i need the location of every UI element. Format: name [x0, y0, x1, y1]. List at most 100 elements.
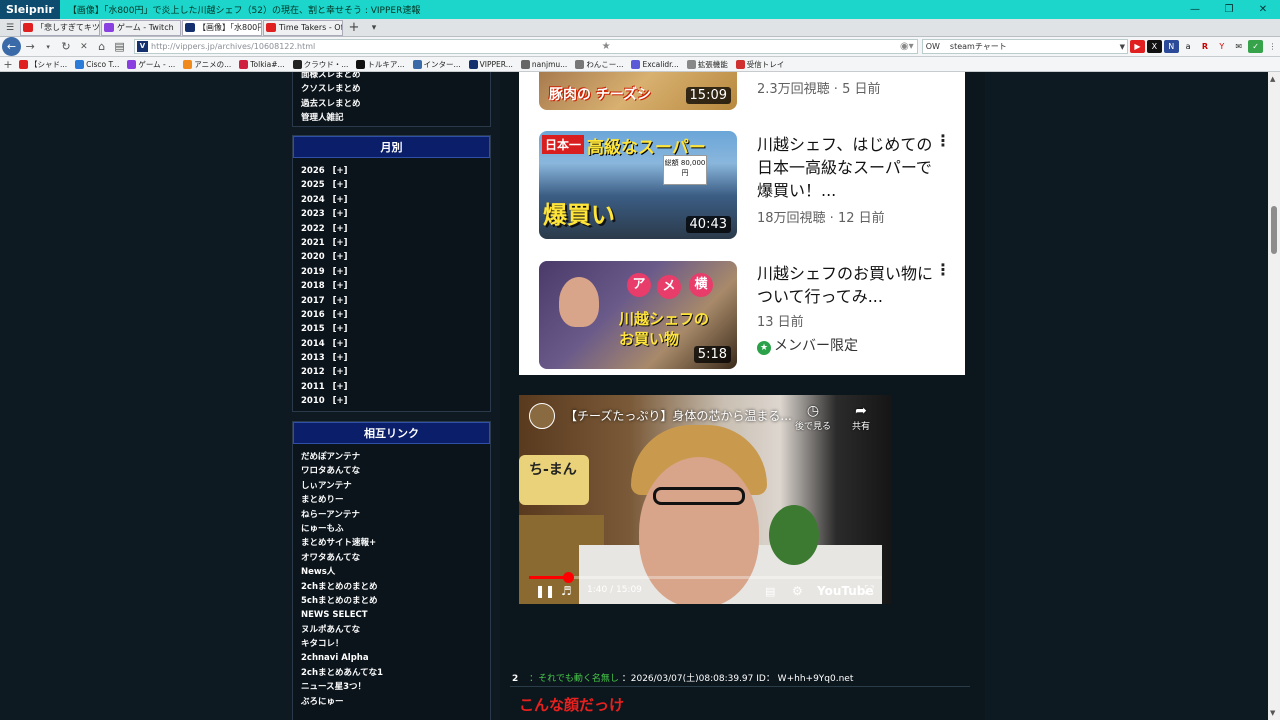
sidebar-link[interactable]: 管理人雑記 [293, 111, 490, 125]
history-dropdown-icon[interactable]: ▾ [40, 38, 57, 55]
mutual-link[interactable]: NEWS SELECT [293, 608, 490, 622]
expand-toggle[interactable]: [+] [333, 308, 348, 322]
video-thumbnail[interactable]: 日本一 高級なスーパー 総額 80,000円 爆買い 40:43 [539, 131, 737, 239]
year-archive-item[interactable]: 2015 [+] [293, 322, 490, 336]
bookmark-item[interactable]: VIPPER... [468, 59, 513, 70]
browser-logo[interactable]: Sleipnir [0, 0, 60, 19]
browser-tab[interactable]: ゲーム - Twitch [101, 19, 181, 36]
year-label[interactable]: 2012 [301, 365, 325, 379]
bookmark-page-icon[interactable]: ▤ [111, 38, 128, 55]
expand-toggle[interactable]: [+] [333, 380, 348, 394]
year-label[interactable]: 2026 [301, 164, 325, 178]
mutual-link[interactable]: ワロタあんてな [293, 464, 490, 478]
year-archive-item[interactable]: 2025 [+] [293, 178, 490, 192]
x-tool-icon[interactable]: X [1146, 40, 1162, 53]
bookmark-item[interactable]: 【シャド... [19, 59, 67, 70]
search-engine-label[interactable]: OW [926, 42, 940, 51]
settings-gear-icon[interactable]: ⚙ [792, 584, 803, 598]
mutual-link[interactable]: ヌルポあんてな [293, 623, 490, 637]
more-tools-icon[interactable]: ⋮ [1265, 40, 1280, 53]
reload-icon[interactable]: ↻ [58, 38, 75, 55]
year-archive-item[interactable]: 2023 [+] [293, 207, 490, 221]
bookmark-item[interactable]: ゲーム - ... [127, 59, 175, 70]
home-icon[interactable]: ⌂ [93, 38, 110, 55]
youtube-embed-player[interactable]: ち-まん 【チーズたっぷり】身体の芯から温まる... ◷ 後で見る ➦ 共有 ❚❚ … [519, 395, 892, 604]
tab-list-icon[interactable]: ▾ [364, 23, 384, 33]
sidebar-link[interactable]: クソスレまとめ [293, 82, 490, 96]
expand-toggle[interactable]: [+] [333, 279, 348, 293]
forward-icon[interactable]: → [22, 38, 39, 55]
share-button[interactable]: ➦ 共有 [852, 403, 870, 432]
news-tool-icon[interactable]: N [1163, 40, 1179, 53]
year-label[interactable]: 2018 [301, 279, 325, 293]
year-archive-item[interactable]: 2010 [+] [293, 394, 490, 408]
mail-tool-icon[interactable]: ✉ [1231, 40, 1246, 53]
post-name[interactable]: ：それでも動く名無し [529, 674, 619, 684]
expand-toggle[interactable]: [+] [333, 250, 348, 264]
bookmark-item[interactable]: Tolkia#... [239, 59, 285, 70]
bookmark-item[interactable]: Cisco T... [75, 59, 119, 70]
expand-toggle[interactable]: [+] [333, 265, 348, 279]
add-bookmark-icon[interactable]: + [1, 56, 15, 73]
captions-icon[interactable]: ▤ [765, 585, 775, 598]
expand-toggle[interactable]: [+] [333, 236, 348, 250]
watch-later-button[interactable]: ◷ 後で見る [795, 403, 831, 432]
year-archive-item[interactable]: 2013 [+] [293, 351, 490, 365]
expand-toggle[interactable]: [+] [333, 178, 348, 192]
year-archive-item[interactable]: 2026 [+] [293, 164, 490, 178]
expand-toggle[interactable]: [+] [333, 394, 348, 408]
url-text[interactable]: http://vippers.jp/archives/10608122.html [151, 42, 315, 51]
year-archive-item[interactable]: 2011 [+] [293, 380, 490, 394]
bookmark-item[interactable]: 受信トレイ [735, 59, 784, 70]
year-archive-item[interactable]: 2021 [+] [293, 236, 490, 250]
back-icon[interactable]: ← [2, 37, 21, 56]
tab-menu-icon[interactable]: ☰ [0, 23, 20, 33]
bookmark-item[interactable]: わんこー... [575, 59, 623, 70]
year-archive-item[interactable]: 2022 [+] [293, 222, 490, 236]
search-box[interactable]: OW steamチャート ▼ [921, 39, 1129, 54]
mutual-link[interactable]: にゅーもふ [293, 522, 490, 536]
expand-toggle[interactable]: [+] [333, 351, 348, 365]
expand-toggle[interactable]: [+] [333, 193, 348, 207]
expand-toggle[interactable]: [+] [333, 207, 348, 221]
scroll-up-icon[interactable]: ▲ [1270, 75, 1275, 83]
mutual-link[interactable]: キタコレ！ [293, 637, 490, 651]
youtube-tool-icon[interactable]: ▶ [1130, 40, 1145, 53]
year-archive-item[interactable]: 2020 [+] [293, 250, 490, 264]
new-tab-icon[interactable]: + [344, 20, 364, 35]
video-title[interactable]: 川越シェフ、はじめての日本一高級なスーパーで爆買い！... [757, 133, 942, 202]
mutual-link[interactable]: だめぽアンテナ [293, 450, 490, 464]
year-label[interactable]: 2019 [301, 265, 325, 279]
mutual-link[interactable]: 2chまとめあんてな1 [293, 666, 490, 680]
page-scrollbar[interactable]: ▲ ▼ [1268, 72, 1280, 720]
volume-icon[interactable]: ♬ [561, 584, 572, 598]
bookmark-item[interactable]: 拡張機能 [686, 59, 728, 70]
bookmark-item[interactable]: nanjmu... [520, 59, 567, 70]
scroll-down-icon[interactable]: ▼ [1270, 709, 1275, 717]
page-menu-icon[interactable]: ◉▾ [900, 41, 917, 52]
mutual-link[interactable]: 2chまとめのまとめ [293, 580, 490, 594]
video-thumbnail[interactable]: ア メ 横 川越シェフの お買い物 5:18 [539, 261, 737, 369]
expand-toggle[interactable]: [+] [333, 337, 348, 351]
stop-icon[interactable]: ✕ [75, 38, 92, 55]
embed-title[interactable]: 【チーズたっぷり】身体の芯から温まる... [565, 407, 792, 424]
browser-tab[interactable]: 【画像】「水800円... [182, 19, 262, 36]
video-title[interactable]: 川越シェフのお買い物について行ってみ... [757, 262, 942, 308]
address-bar[interactable]: V http://vippers.jp/archives/10608122.ht… [134, 39, 918, 54]
search-input[interactable]: steamチャート [950, 41, 1007, 52]
mutual-link[interactable]: ニュース星3つ！ [293, 680, 490, 694]
scrollbar-thumb[interactable] [1271, 206, 1277, 254]
year-archive-item[interactable]: 2012 [+] [293, 365, 490, 379]
mutual-link[interactable]: 2chnavi Alpha [293, 651, 490, 665]
browser-tab[interactable]: 「悲しすぎてキツい... [20, 19, 100, 36]
year-label[interactable]: 2020 [301, 250, 325, 264]
sidebar-link[interactable]: 過去スレまとめ [293, 97, 490, 111]
channel-avatar[interactable] [529, 403, 555, 429]
restore-icon[interactable]: ❐ [1212, 4, 1246, 15]
year-archive-item[interactable]: 2024 [+] [293, 193, 490, 207]
bookmark-item[interactable]: トルキア... [356, 59, 405, 70]
year-label[interactable]: 2011 [301, 380, 325, 394]
bookmark-item[interactable]: Excalidr... [631, 59, 679, 70]
bookmark-item[interactable]: アニメの... [183, 59, 231, 70]
year-archive-item[interactable]: 2019 [+] [293, 265, 490, 279]
